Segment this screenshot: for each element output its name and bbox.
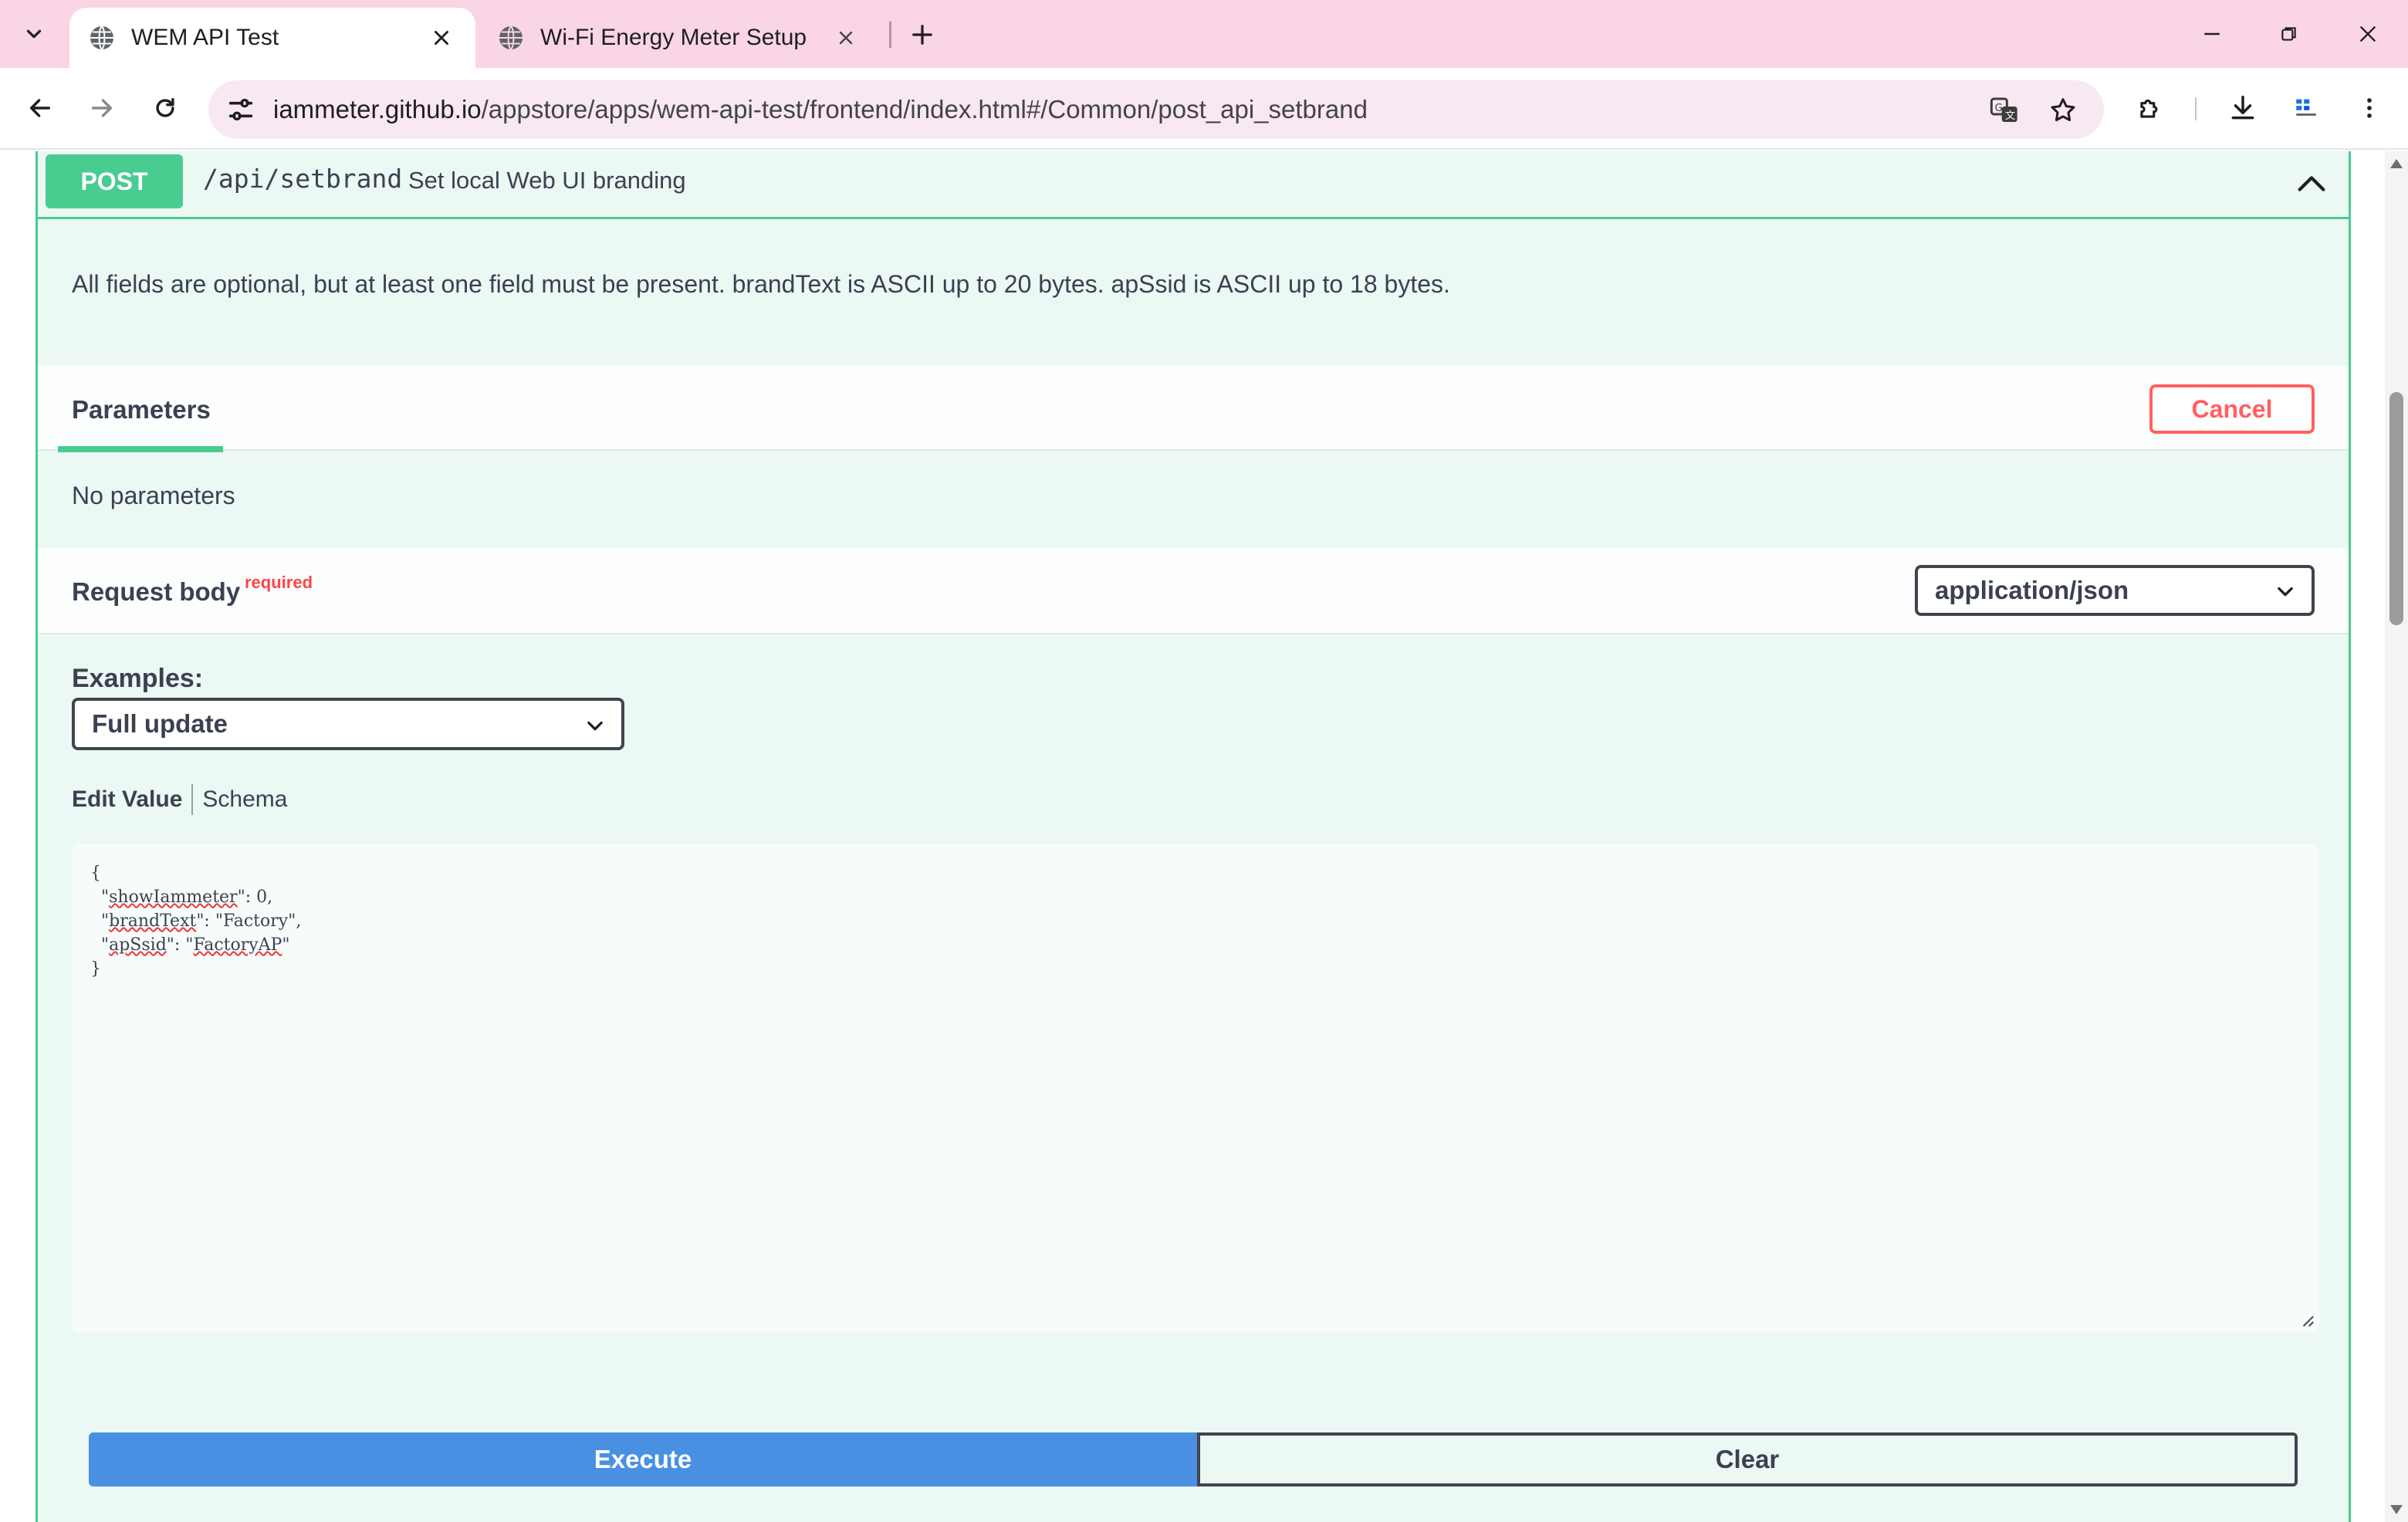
json-open-brace: { (90, 864, 101, 883)
translate-icon: G文 (1990, 97, 2017, 122)
scroll-down-arrow-icon[interactable] (2390, 1505, 2403, 1514)
svg-text:文: 文 (2005, 110, 2015, 122)
browser-toolbar: iammeter.github.io/appstore/apps/wem-api… (0, 68, 2408, 150)
tab-close-button[interactable] (426, 22, 457, 53)
chevron-down-icon (587, 721, 603, 731)
examples-label: Examples: (72, 664, 204, 693)
restore-icon (2281, 27, 2296, 41)
resize-handle-icon[interactable] (2301, 1314, 2315, 1328)
tab-divider (191, 784, 194, 815)
tab-close-button[interactable] (830, 22, 861, 53)
cancel-button[interactable]: Cancel (2149, 384, 2315, 434)
edit-value-schema-tabs: Edit Value Schema (72, 784, 287, 815)
request-body-title: Request body (72, 577, 241, 606)
json-close-brace: } (90, 959, 101, 979)
page-scrollbar[interactable] (2385, 151, 2408, 1522)
close-icon (2360, 26, 2376, 42)
forward-button[interactable] (80, 86, 123, 130)
star-icon (2051, 98, 2075, 122)
scroll-up-arrow-icon[interactable] (2390, 159, 2403, 168)
url-host: iammeter.github.io (273, 95, 482, 123)
operation-summary-text: Set local Web UI branding (408, 167, 686, 194)
page-viewport: POST /api/setbrand Set local Web UI bran… (0, 151, 2385, 1522)
operation-description: All fields are optional, but at least on… (72, 270, 1450, 298)
browser-tab-bar: WEM API Test Wi-Fi Energy Meter Setup (0, 0, 2408, 68)
json-key-brandtext: brandText (109, 912, 197, 931)
content-type-value: application/json (1935, 576, 2129, 604)
puzzle-icon (2140, 99, 2158, 118)
restore-button[interactable] (2266, 11, 2312, 57)
globe-icon (499, 25, 523, 50)
method-badge: POST (46, 154, 183, 208)
address-bar[interactable]: iammeter.github.io/appstore/apps/wem-api… (208, 80, 2104, 139)
collapse-button[interactable] (2291, 164, 2332, 204)
chevron-down-icon (2278, 587, 2293, 597)
operation-path: /api/setbrand (203, 164, 403, 194)
required-badge: required (245, 573, 313, 592)
extensions-button[interactable] (2129, 86, 2172, 130)
extension-app-button[interactable] (2285, 86, 2328, 130)
toolbar-divider (2195, 97, 2197, 120)
chevron-up-icon (2298, 176, 2325, 191)
chevron-down-icon (26, 29, 42, 39)
translate-button[interactable]: G文 (1988, 94, 2021, 127)
execute-actions: Execute Clear (89, 1432, 2298, 1486)
tab-search-button[interactable] (11, 11, 57, 57)
examples-select[interactable]: Full update (72, 698, 624, 750)
tab-schema[interactable]: Schema (202, 786, 287, 813)
reload-icon (156, 97, 174, 117)
operation-block-post-setbrand: POST /api/setbrand Set local Web UI bran… (36, 151, 2351, 1522)
download-icon (2231, 96, 2254, 120)
url-text[interactable]: iammeter.github.io/appstore/apps/wem-api… (273, 80, 1368, 139)
svg-text:G: G (1995, 103, 2003, 114)
browser-menu-button[interactable] (2348, 86, 2391, 130)
close-window-button[interactable] (2345, 11, 2391, 57)
active-tab-indicator (58, 446, 223, 452)
execute-button[interactable]: Execute (89, 1432, 1197, 1486)
parameters-header: Parameters Cancel (38, 366, 2349, 452)
examples-selected-value: Full update (92, 709, 228, 738)
clear-button[interactable]: Clear (1197, 1432, 2298, 1486)
globe-icon (90, 25, 113, 50)
plus-icon (912, 25, 932, 45)
arrow-right-icon (91, 99, 113, 117)
json-value-apssid: FactoryAP (193, 935, 282, 955)
tab-title: WEM API Test (131, 25, 279, 50)
tab-edit-value[interactable]: Edit Value (72, 786, 191, 813)
tab-title: Wi-Fi Energy Meter Setup (540, 25, 807, 50)
tab-parameters[interactable]: Parameters (58, 366, 223, 452)
kebab-icon (2367, 98, 2372, 118)
json-value-brandtext: Factory (222, 912, 289, 931)
close-icon (435, 31, 448, 45)
parameters-tab-label: Parameters (72, 395, 211, 424)
arrow-left-icon (29, 99, 51, 117)
close-icon (839, 31, 853, 45)
request-body-header: Request body required application/json (38, 548, 2349, 634)
url-path: /appstore/apps/wem-api-test/frontend/ind… (481, 95, 1368, 123)
content-type-select[interactable]: application/json (1915, 565, 2315, 616)
new-tab-button[interactable] (905, 17, 940, 52)
reload-button[interactable] (144, 86, 187, 130)
tab-wem-api-test[interactable]: WEM API Test (69, 8, 475, 68)
operation-summary[interactable]: POST /api/setbrand Set local Web UI bran… (38, 151, 2349, 219)
tune-icon[interactable] (225, 94, 256, 125)
minimize-icon (2204, 32, 2220, 36)
tab-separator (889, 22, 891, 48)
json-key-showiammeter: showIammeter (109, 888, 238, 907)
no-parameters-text: No parameters (72, 482, 235, 509)
minimize-button[interactable] (2189, 11, 2235, 57)
request-body-textarea[interactable]: { "showIammeter": 0, "brandText": "Facto… (72, 844, 2319, 1332)
json-key-apssid: apSsid (109, 935, 167, 955)
back-button[interactable] (19, 86, 62, 130)
app-grid-icon (2296, 99, 2316, 116)
downloads-button[interactable] (2221, 86, 2264, 130)
bookmark-button[interactable] (2047, 94, 2079, 127)
scrollbar-thumb[interactable] (2389, 392, 2403, 625)
json-value-showiammeter: 0 (256, 888, 268, 907)
tab-wifi-energy-meter-setup[interactable]: Wi-Fi Energy Meter Setup (479, 8, 880, 68)
